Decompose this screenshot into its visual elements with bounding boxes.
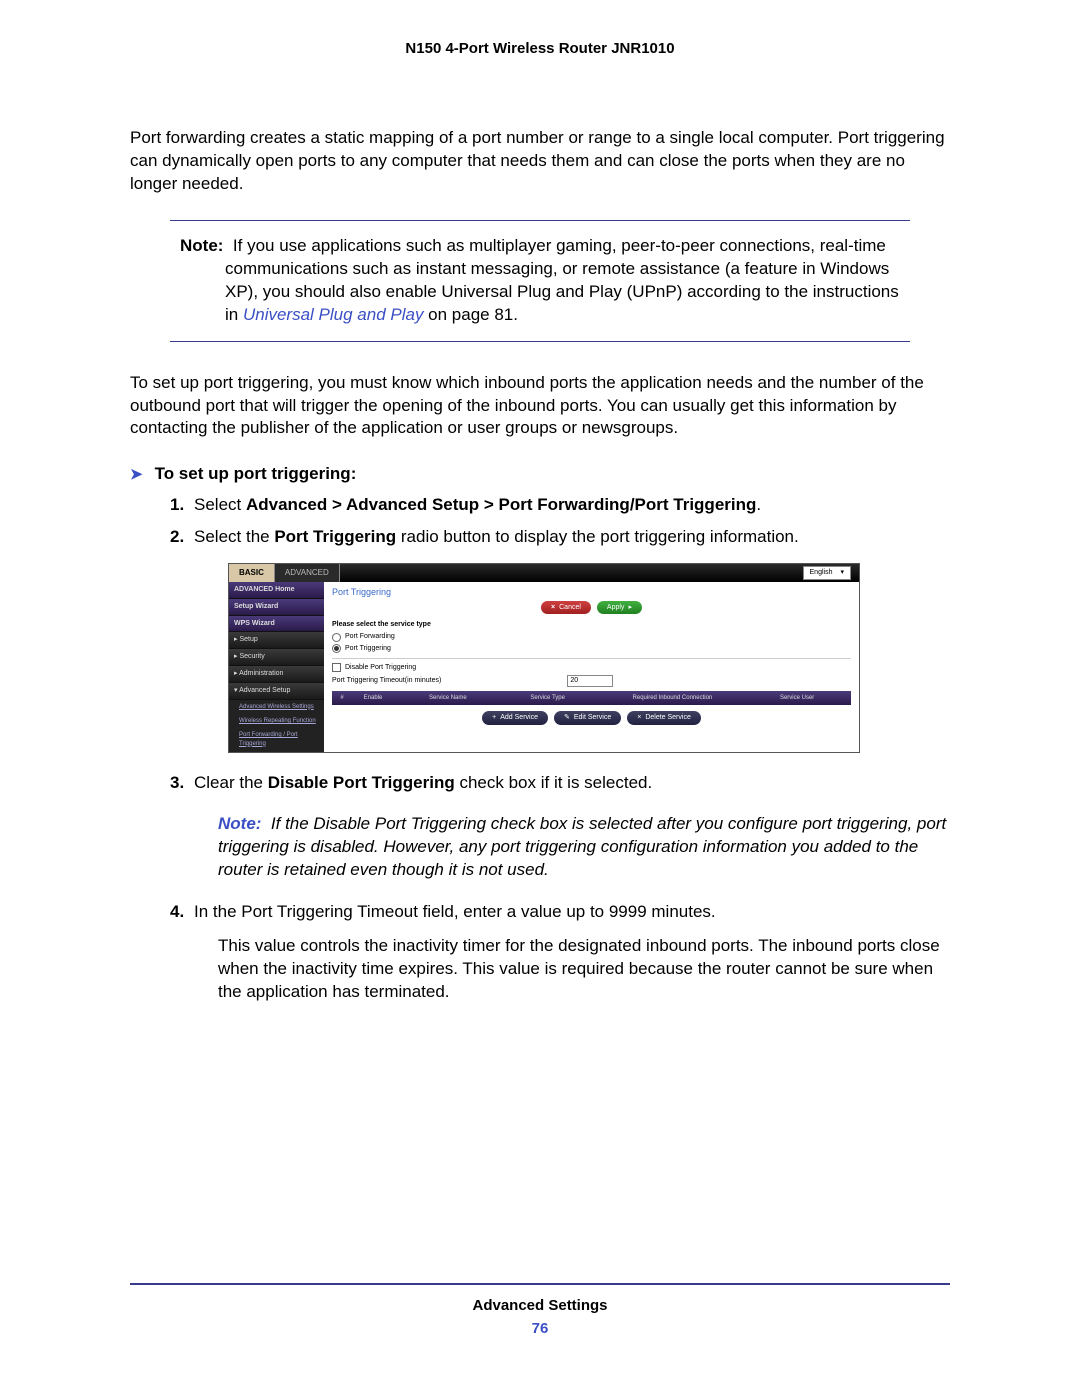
step-2: 2. Select the Port Triggering radio butt…: [170, 525, 950, 753]
delete-service-button[interactable]: ×Delete Service: [627, 711, 701, 725]
timeout-input[interactable]: [567, 675, 613, 687]
radio-port-forwarding[interactable]: Port Forwarding: [332, 632, 851, 642]
pencil-icon: ✎: [564, 713, 570, 723]
task-heading: ➤ To set up port triggering:: [130, 464, 950, 485]
arrow-icon: ➤: [130, 464, 143, 485]
step-3: 3. Clear the Disable Port Triggering che…: [170, 771, 950, 882]
timeout-label: Port Triggering Timeout(in minutes): [332, 676, 441, 686]
sidebar-sub-port[interactable]: Port Forwarding / Port Triggering: [229, 728, 324, 751]
sidebar-item-wps[interactable]: WPS Wizard: [229, 616, 324, 633]
edit-service-button[interactable]: ✎Edit Service: [554, 711, 621, 725]
sidebar: ADVANCED Home Setup Wizard WPS Wizard ▸ …: [229, 582, 324, 752]
add-service-button[interactable]: +Add Service: [482, 711, 548, 725]
sidebar-item-admin[interactable]: ▸ Administration: [229, 666, 324, 683]
inline-note: Note: If the Disable Port Triggering che…: [218, 813, 950, 882]
sidebar-item-setup[interactable]: ▸ Setup: [229, 632, 324, 649]
tab-advanced[interactable]: ADVANCED: [275, 564, 340, 582]
cancel-button[interactable]: ×Cancel: [541, 601, 591, 615]
task-heading-text: To set up port triggering:: [155, 464, 357, 484]
radio-port-triggering[interactable]: Port Triggering: [332, 644, 851, 654]
router-screenshot: BASIC ADVANCED English▾ ADVANCED Home Se…: [228, 563, 860, 753]
step-1: 1. Select Advanced > Advanced Setup > Po…: [170, 493, 950, 517]
chevron-right-icon: ▸: [628, 603, 632, 613]
note-text-b: on page 81.: [423, 305, 518, 324]
sidebar-item-home[interactable]: ADVANCED Home: [229, 582, 324, 599]
chevron-down-icon: ▾: [840, 568, 844, 578]
sidebar-item-adv-setup[interactable]: ▾ Advanced Setup: [229, 683, 324, 700]
service-type-label: Please select the service type: [332, 620, 851, 630]
language-select[interactable]: English▾: [803, 566, 851, 580]
table-header: # Enable Service Name Service Type Requi…: [332, 691, 851, 705]
tab-basic[interactable]: BASIC: [229, 564, 275, 582]
document-header: N150 4-Port Wireless Router JNR1010: [130, 40, 950, 57]
apply-button[interactable]: Apply▸: [597, 601, 642, 615]
plus-icon: +: [492, 713, 496, 723]
sidebar-item-security[interactable]: ▸ Security: [229, 649, 324, 666]
step-4: 4. In the Port Triggering Timeout field,…: [170, 900, 950, 1005]
close-icon: ×: [551, 603, 555, 613]
panel-title: Port Triggering: [332, 586, 851, 599]
sidebar-item-setup-wizard[interactable]: Setup Wizard: [229, 599, 324, 616]
disable-checkbox[interactable]: Disable Port Triggering: [332, 663, 851, 673]
note-box-1: Note: If you use applications such as mu…: [170, 220, 910, 342]
note-label: Note:: [180, 236, 223, 255]
close-icon: ×: [637, 713, 641, 723]
paragraph-2: To set up port triggering, you must know…: [130, 372, 950, 441]
link-upnp[interactable]: Universal Plug and Play: [243, 305, 423, 324]
sidebar-sub-repeating[interactable]: Wireless Repeating Function: [229, 714, 324, 728]
page-footer: Advanced Settings 76: [130, 1283, 950, 1337]
step-4-detail: This value controls the inactivity timer…: [218, 935, 950, 1004]
sidebar-sub-wireless[interactable]: Advanced Wireless Settings: [229, 700, 324, 714]
intro-paragraph: Port forwarding creates a static mapping…: [130, 127, 950, 196]
